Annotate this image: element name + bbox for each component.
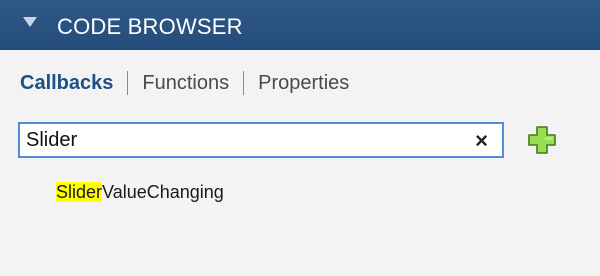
tab-callbacks[interactable]: Callbacks [20,72,113,95]
tab-divider [243,71,245,95]
search-input[interactable] [26,126,466,154]
triangle-down-icon[interactable] [23,17,37,27]
code-browser-header[interactable]: CODE BROWSER [0,0,600,50]
tab-divider [127,71,129,95]
match-highlight: Slider [56,182,103,202]
panel-title: CODE BROWSER [57,14,243,39]
tab-properties[interactable]: Properties [258,72,349,95]
add-callback-button[interactable] [527,125,557,155]
close-icon[interactable]: × [475,128,488,154]
plus-icon [528,126,556,154]
list-item[interactable]: SliderValueChanging [56,182,224,203]
tab-functions[interactable]: Functions [142,72,229,95]
search-box: × [18,122,504,158]
result-rest: ValueChanging [102,182,224,202]
tab-bar: Callbacks Functions Properties [20,71,349,95]
